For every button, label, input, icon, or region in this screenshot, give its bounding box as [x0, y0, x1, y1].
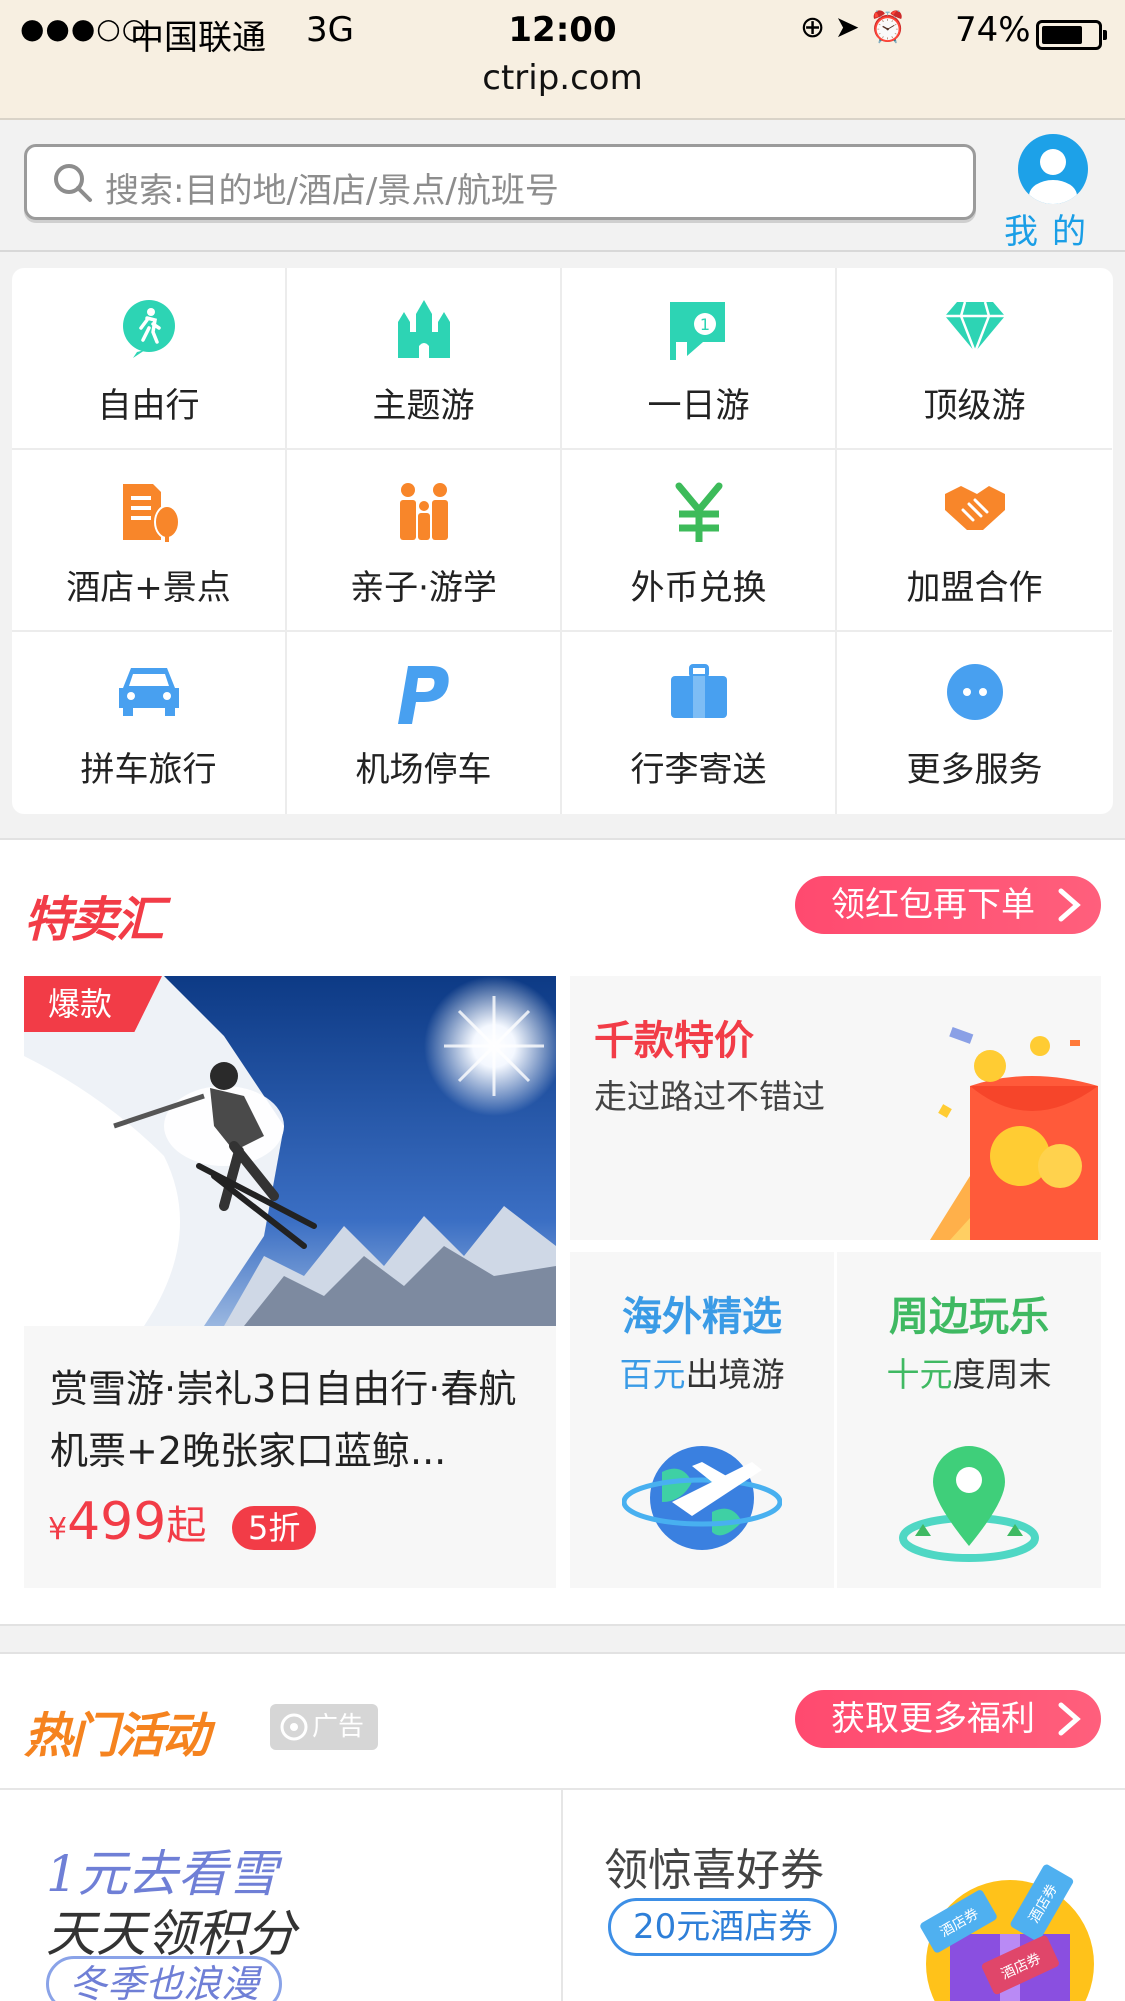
promo-subtitle: 百元出境游 — [570, 1348, 834, 1396]
search-placeholder: 搜索:目的地/酒店/景点/航班号 — [105, 171, 559, 211]
service-free-travel[interactable]: 自由行 — [12, 268, 287, 450]
service-currency-exchange[interactable]: 外币兑换 — [562, 450, 837, 632]
yen-icon — [675, 482, 722, 542]
user-avatar-icon — [1018, 134, 1088, 204]
currency-symbol: ¥ — [48, 1512, 68, 1547]
hot-activities-section: 热门活动 广告 获取更多福利 1元去看雪 天天领积分 冬季也浪漫 领惊喜好券 2… — [0, 1652, 1125, 2001]
activity-tag: 冬季也浪漫 — [46, 1956, 283, 2001]
promo-subtitle: 走过路过不错过 — [594, 1077, 825, 1116]
map-pin-icon — [899, 1446, 1039, 1562]
service-label: 顶级游 — [923, 386, 1026, 426]
globe-plane-icon — [622, 1446, 782, 1550]
my-account-label: 我的 — [1004, 212, 1100, 252]
battery-fill — [1042, 26, 1082, 44]
search-header: 搜索:目的地/酒店/景点/航班号 我的 — [0, 122, 1125, 252]
more-icon — [946, 664, 1003, 720]
service-label: 酒店+景点 — [66, 568, 231, 608]
coupon-gift-icon: 酒店券 酒店券 酒店券 — [920, 1864, 1094, 2001]
claim-red-packet-button[interactable]: 领红包再下单 — [795, 876, 1101, 934]
thousand-deals-card[interactable]: 千款特价 走过路过不错过 — [570, 976, 1101, 1240]
deal-title: 赏雪游·崇礼3日自由行·春航机票+2晚张家口蓝鲸... — [50, 1367, 517, 1473]
claim-red-packet-label: 领红包再下单 — [831, 885, 1035, 925]
skiing-photo: 爆款 — [24, 976, 556, 1326]
service-label: 一日游 — [647, 386, 750, 426]
nearby-fun-card[interactable]: 周边玩乐 十元度周末 — [837, 1252, 1101, 1588]
promo-subtitle-rest: 出境游 — [685, 1355, 785, 1394]
chevron-right-icon — [1058, 888, 1081, 922]
get-more-benefits-label: 获取更多福利 — [831, 1699, 1035, 1739]
promo-title: 千款特价 — [594, 1018, 754, 1064]
my-account-button[interactable]: 我的 — [1002, 134, 1112, 252]
service-label: 拼车旅行 — [80, 750, 217, 790]
service-airport-parking[interactable]: 机场停车 — [287, 632, 562, 814]
service-luggage-delivery[interactable]: 行李寄送 — [562, 632, 837, 814]
price-suffix: 起 — [166, 1503, 207, 1549]
deal-price: ¥499起 — [48, 1492, 206, 1552]
service-family-study[interactable]: 亲子·游学 — [287, 450, 562, 632]
hotel-tree-icon — [122, 484, 180, 542]
service-label: 行李寄送 — [630, 750, 767, 790]
service-partnership[interactable]: 加盟合作 — [837, 450, 1112, 632]
ad-icon — [280, 1713, 308, 1741]
ad-label: 广告 — [270, 1704, 378, 1750]
search-icon — [54, 164, 92, 202]
service-label: 自由行 — [97, 386, 200, 426]
ad-label-text: 广告 — [312, 1712, 365, 1742]
red-envelope-icon — [930, 1026, 1098, 1240]
service-label: 机场停车 — [355, 750, 492, 790]
service-theme-tour[interactable]: 主题游 — [287, 268, 562, 450]
chevron-right-icon — [1058, 1702, 1081, 1736]
get-more-benefits-button[interactable]: 获取更多福利 — [795, 1690, 1101, 1748]
hiker-icon — [122, 300, 175, 358]
battery-percent: 74% — [955, 10, 1031, 50]
status-bar: ●●●○○ 中国联通 3G 12:00 ⊕ ➤ ⏰ 74% ctrip.com — [0, 0, 1125, 120]
activity-line-1: 领惊喜好券 — [604, 1845, 824, 1896]
luggage-icon — [670, 664, 727, 718]
promo-subtitle-rest: 度周末 — [952, 1355, 1052, 1394]
hot-activities-logo: 热门活动 — [24, 1708, 210, 1764]
promo-highlight: 百元 — [619, 1355, 686, 1394]
parking-icon — [397, 666, 449, 724]
service-label: 更多服务 — [906, 750, 1043, 790]
price-value: 499 — [67, 1492, 167, 1552]
discount-badge: 5折 — [232, 1506, 317, 1550]
promo-title: 周边玩乐 — [889, 1294, 1049, 1340]
svg-text:1: 1 — [699, 315, 709, 334]
search-input[interactable]: 搜索:目的地/酒店/景点/航班号 — [24, 144, 976, 220]
flag-one-icon: 1 — [669, 302, 725, 360]
battery-icon — [1036, 20, 1107, 50]
promo-subtitle: 十元度周末 — [837, 1348, 1101, 1396]
promo-highlight: 十元 — [886, 1355, 953, 1394]
coupon-tag: 20元酒店券 — [608, 1898, 838, 1956]
status-icons: ⊕ ➤ ⏰ — [800, 10, 907, 45]
service-label: 亲子·游学 — [350, 568, 497, 608]
service-label: 外币兑换 — [630, 568, 767, 608]
address-bar-url[interactable]: ctrip.com — [0, 58, 1125, 98]
overseas-picks-card[interactable]: 海外精选 百元出境游 — [570, 1252, 834, 1588]
diamond-icon — [944, 301, 1005, 354]
service-hotel-attraction[interactable]: 酒店+景点 — [12, 450, 287, 632]
divider — [561, 1790, 563, 2001]
handshake-icon — [944, 486, 1005, 530]
service-label: 加盟合作 — [906, 568, 1043, 608]
service-grid: 自由行 主题游 1 一日游 顶级游 酒店+景点 亲子·游学 外币兑换 加盟合作 … — [12, 268, 1113, 814]
service-label: 主题游 — [372, 386, 475, 426]
service-premium-tour[interactable]: 顶级游 — [837, 268, 1112, 450]
castle-icon — [397, 300, 450, 358]
flash-sale-section: 特卖汇 领红包再下单 爆款 赏雪游·崇礼3日自由行·春航机票+2晚张家口蓝鲸..… — [0, 838, 1125, 1626]
family-icon — [399, 483, 448, 540]
service-day-trip[interactable]: 1 一日游 — [562, 268, 837, 450]
car-icon — [118, 668, 179, 716]
service-more[interactable]: 更多服务 — [837, 632, 1112, 814]
featured-deal-card[interactable]: 爆款 赏雪游·崇礼3日自由行·春航机票+2晚张家口蓝鲸... ¥499起 5折 — [24, 976, 556, 1588]
flash-sale-logo: 特卖汇 — [24, 892, 164, 948]
promo-title: 海外精选 — [622, 1294, 782, 1340]
service-carpool[interactable]: 拼车旅行 — [12, 632, 287, 814]
